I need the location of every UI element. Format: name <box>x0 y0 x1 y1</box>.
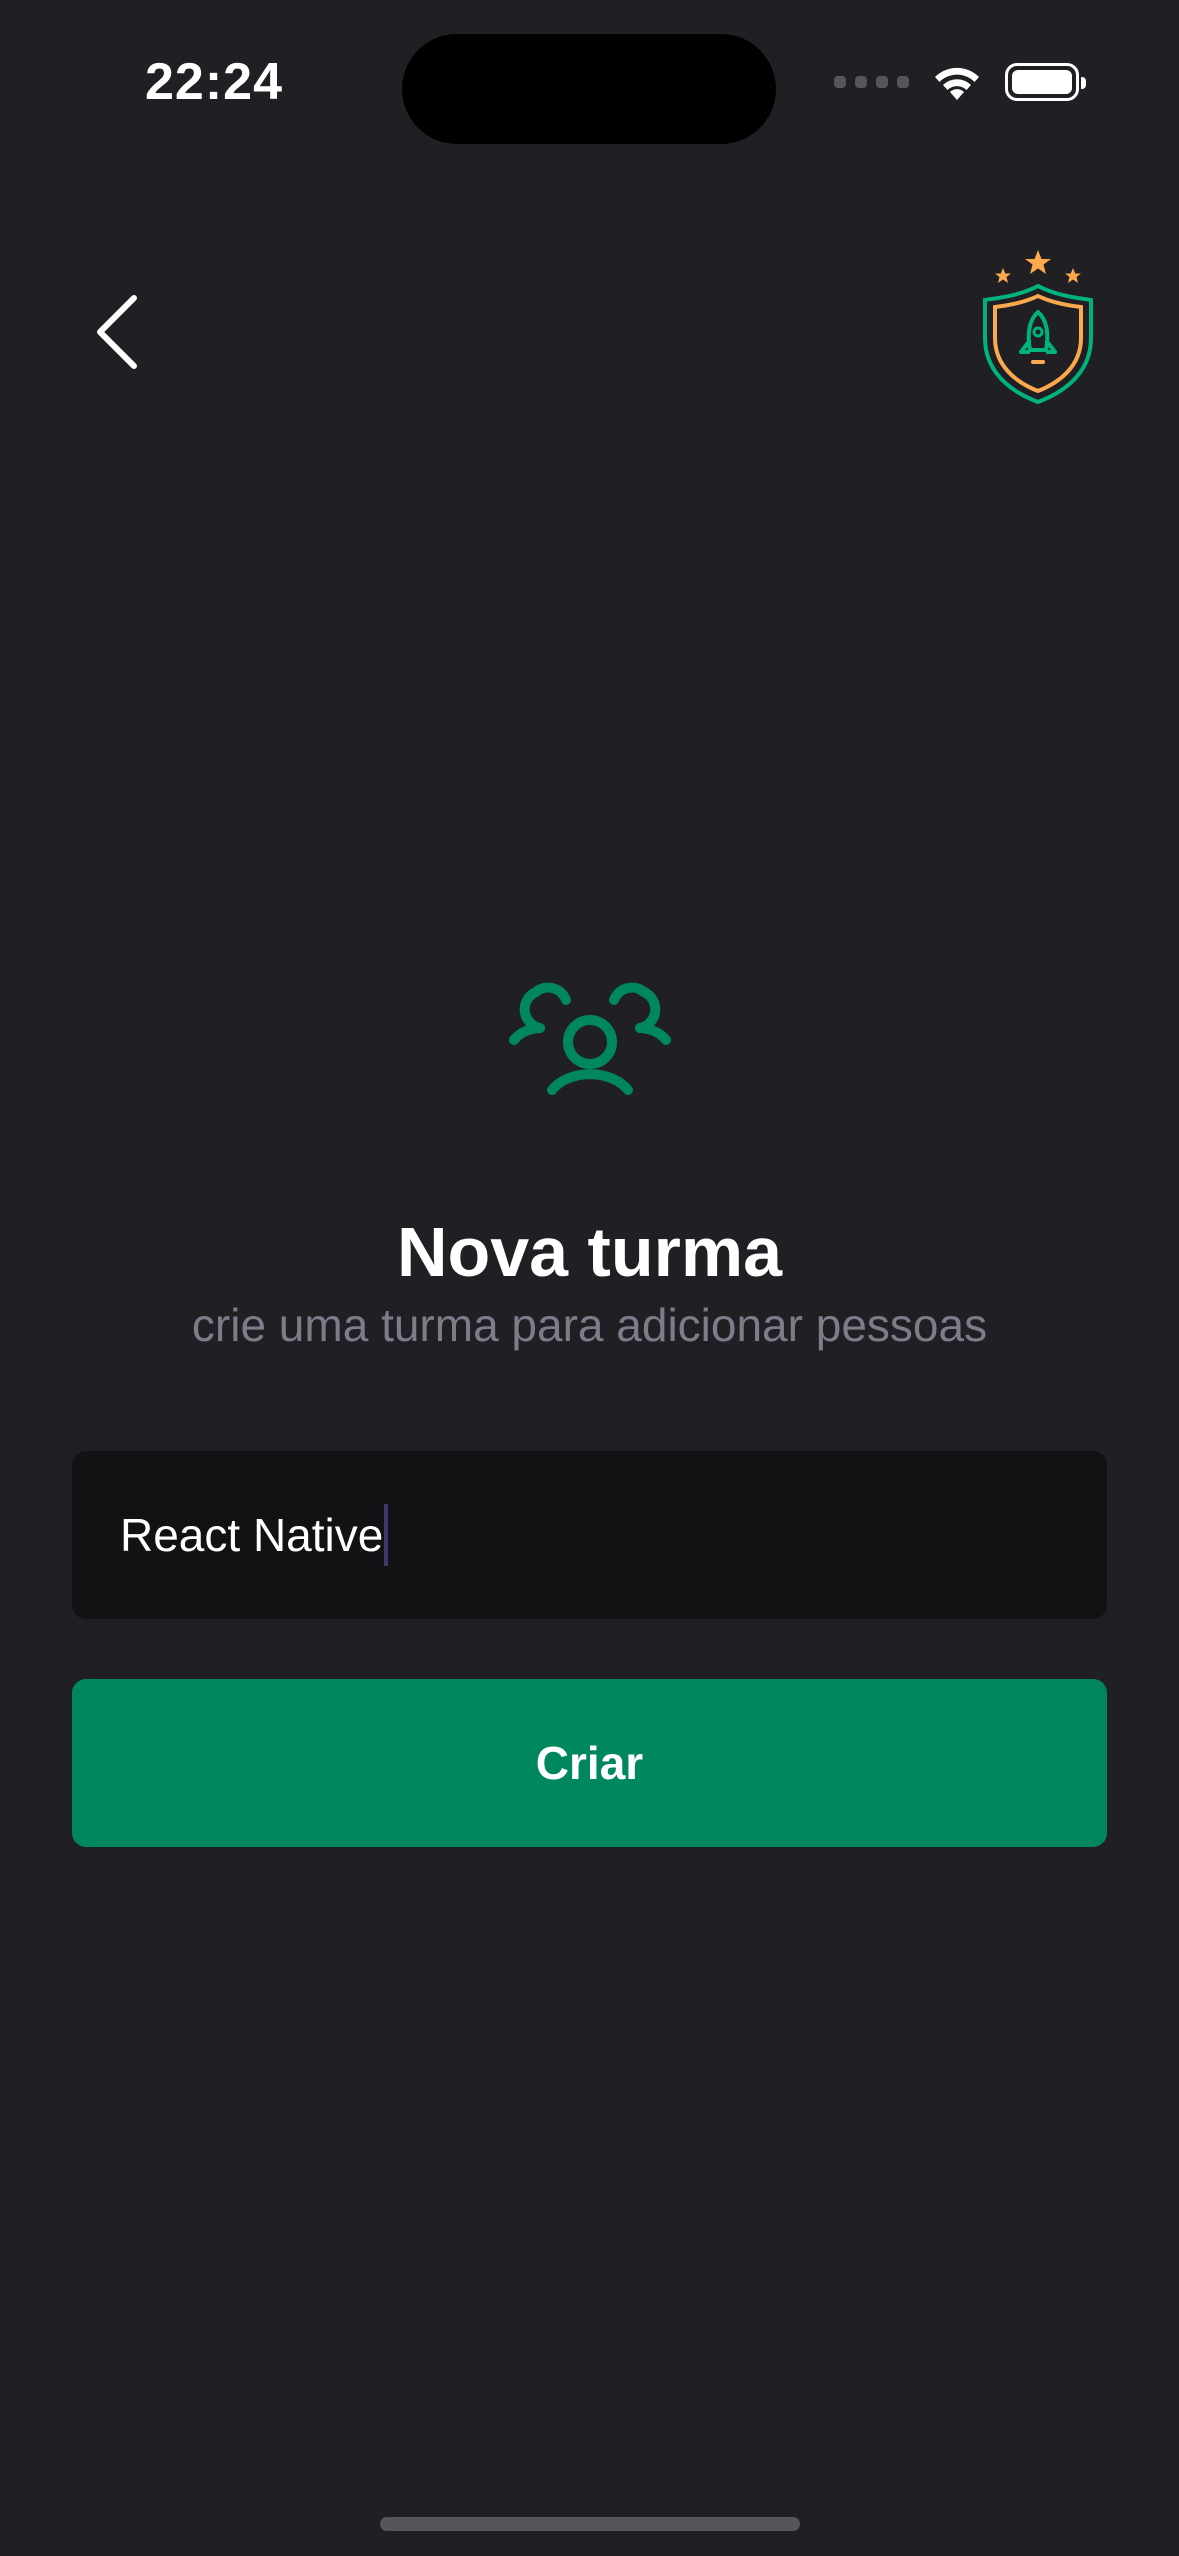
page-title: Nova turma <box>396 1213 783 1291</box>
text-caret <box>384 1504 389 1566</box>
create-button-label: Criar <box>535 1737 644 1789</box>
status-icons <box>834 62 1086 102</box>
group-name-input[interactable]: React Native <box>72 1451 1107 1619</box>
status-time: 22:24 <box>145 53 283 111</box>
dynamic-island <box>402 34 776 144</box>
shield-rocket-logo-icon <box>983 250 1093 405</box>
chevron-left-icon <box>97 295 137 369</box>
new-group-screen: 22:24 Nova turma crie uma turma para adi… <box>0 0 1179 2556</box>
page-subtitle: crie uma turma para adicionar pessoas <box>191 1299 988 1351</box>
signal-icon <box>834 76 909 88</box>
home-indicator[interactable] <box>380 2517 800 2531</box>
create-button[interactable]: Criar <box>72 1679 1107 1847</box>
wifi-icon <box>935 67 979 100</box>
battery-icon <box>1005 63 1086 101</box>
group-name-input-value: React Native <box>120 1509 384 1561</box>
back-button[interactable] <box>78 282 158 382</box>
users-three-icon <box>509 982 671 1095</box>
